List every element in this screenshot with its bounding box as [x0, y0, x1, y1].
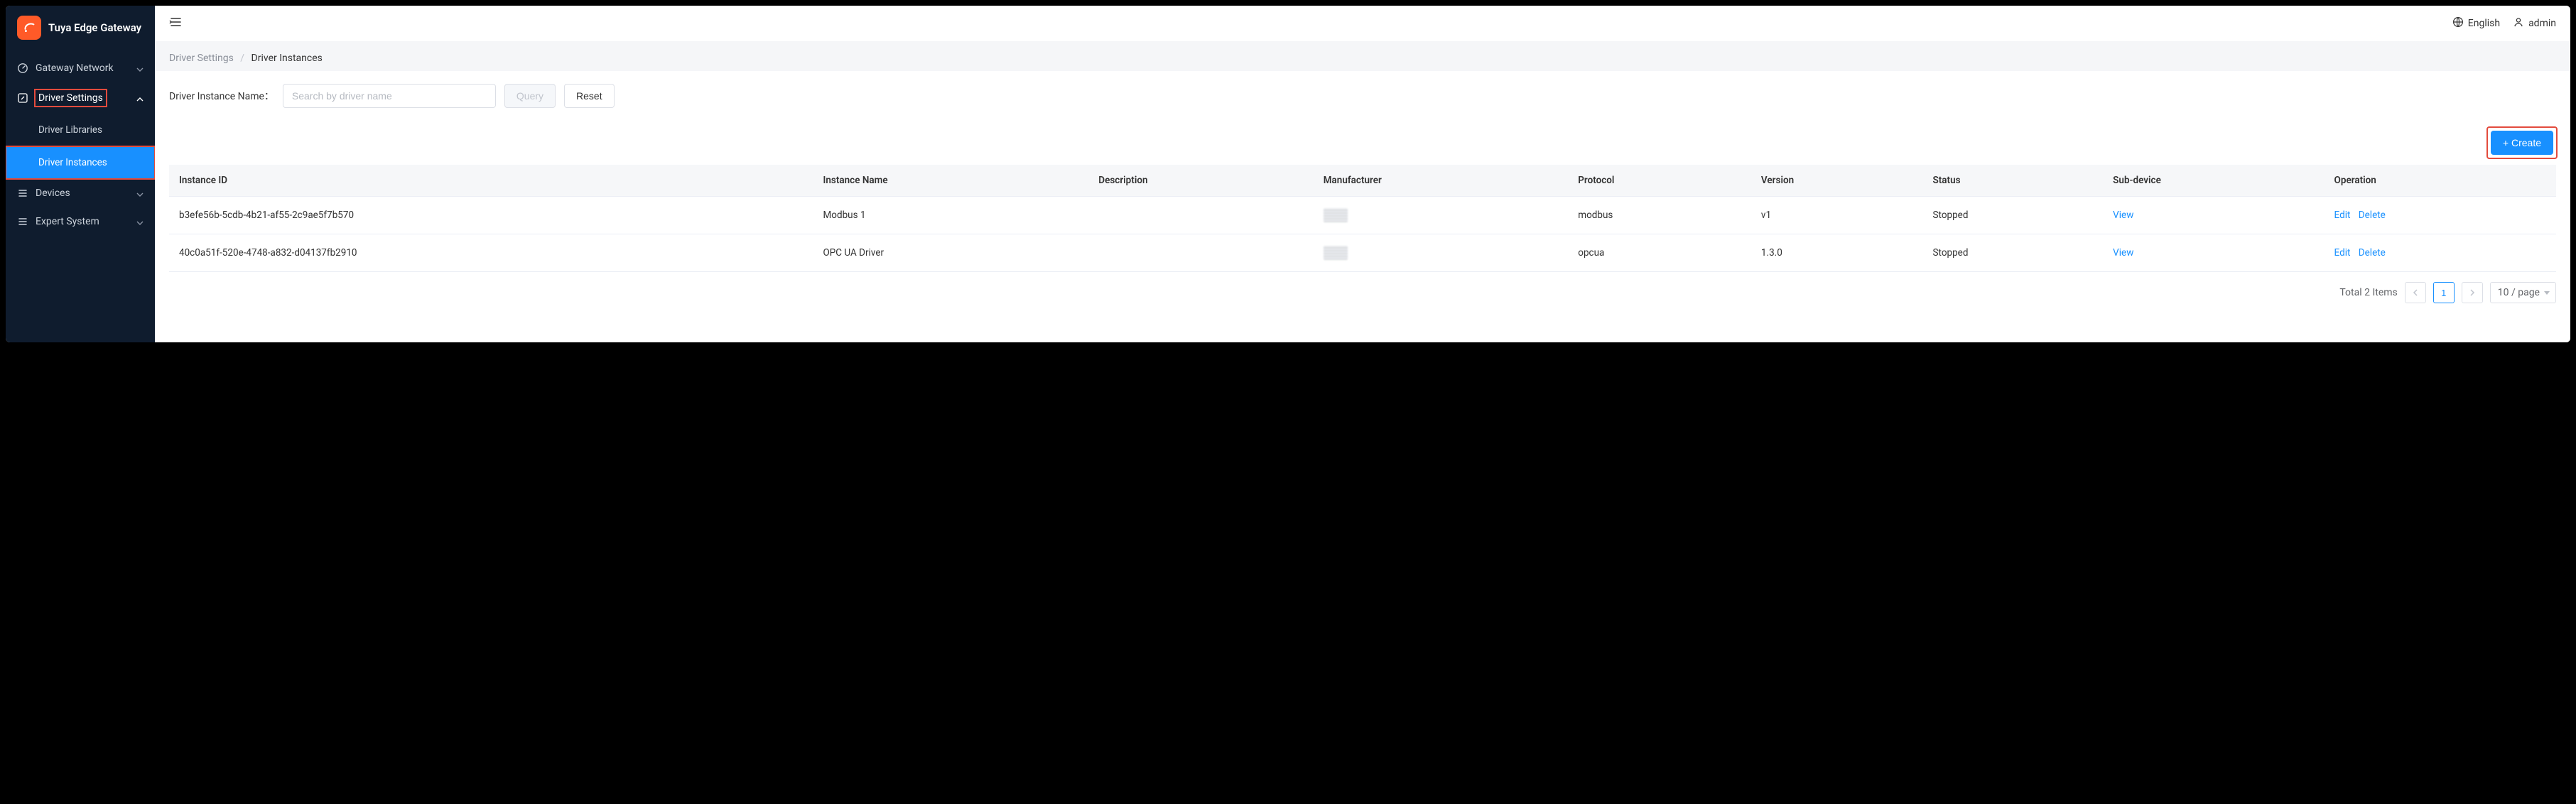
redacted-icon — [1324, 246, 1348, 260]
cell-description — [1088, 197, 1313, 234]
view-link[interactable]: View — [2113, 210, 2133, 221]
edit-link[interactable]: Edit — [2334, 247, 2351, 259]
globe-icon — [2452, 16, 2464, 31]
list-icon — [17, 216, 28, 227]
sidebar-item-label: Devices — [36, 188, 129, 199]
chevron-down-icon — [136, 190, 144, 197]
brand: Tuya Edge Gateway — [6, 6, 155, 50]
col-instance-id: Instance ID — [169, 165, 813, 197]
table-row: 40c0a51f-520e-4748-a832-d04137fb2910 OPC… — [169, 234, 2556, 272]
next-page-button[interactable] — [2462, 282, 2483, 303]
pagination-total: Total 2 Items — [2339, 287, 2397, 298]
content-panel: Driver Instance Name： Query Reset + Crea… — [155, 71, 2570, 342]
sidebar-item-label: Gateway Network — [36, 63, 129, 74]
page-size-select[interactable]: 10 / page — [2490, 282, 2556, 303]
filter-row: Driver Instance Name： Query Reset — [169, 84, 2556, 108]
sidebar-item-driver-instances[interactable]: Driver Instances — [6, 146, 155, 179]
breadcrumb-sep: / — [240, 53, 244, 64]
query-button[interactable]: Query — [504, 84, 556, 108]
chevron-down-icon — [136, 218, 144, 225]
app-shell: Tuya Edge Gateway Gateway Network — [6, 6, 2570, 342]
delete-link[interactable]: Delete — [2359, 247, 2386, 259]
dashboard-icon — [17, 63, 28, 74]
chevron-up-icon — [136, 94, 144, 102]
driver-instance-name-input[interactable] — [283, 84, 496, 108]
cell-description — [1088, 234, 1313, 272]
cell-version: v1 — [1751, 197, 1923, 234]
cell-instance-id: b3efe56b-5cdb-4b21-af55-2c9ae5f7b570 — [169, 197, 813, 234]
col-status: Status — [1923, 165, 2104, 197]
cell-version: 1.3.0 — [1751, 234, 1923, 272]
page-size-label: 10 / page — [2498, 287, 2540, 298]
brand-title: Tuya Edge Gateway — [48, 21, 141, 34]
cell-instance-name: OPC UA Driver — [813, 234, 1088, 272]
sidebar-item-gateway-network[interactable]: Gateway Network — [6, 54, 155, 82]
col-version: Version — [1751, 165, 1923, 197]
breadcrumb: Driver Settings / Driver Instances — [155, 41, 2570, 71]
sidebar: Tuya Edge Gateway Gateway Network — [6, 6, 155, 342]
edit-icon — [17, 92, 28, 104]
col-operation: Operation — [2325, 165, 2556, 197]
language-switch[interactable]: English — [2452, 16, 2500, 31]
collapse-sidebar-button[interactable] — [169, 16, 182, 31]
create-button[interactable]: + Create — [2491, 131, 2553, 155]
cell-manufacturer — [1314, 197, 1569, 234]
breadcrumb-parent[interactable]: Driver Settings — [169, 53, 234, 64]
cell-protocol: opcua — [1568, 234, 1751, 272]
cell-protocol: modbus — [1568, 197, 1751, 234]
chevron-down-icon — [136, 65, 144, 72]
cell-status: Stopped — [1923, 197, 2104, 234]
pagination: Total 2 Items 1 10 / page — [169, 282, 2556, 303]
cell-sub-device: View — [2103, 234, 2324, 272]
sidebar-item-label: Driver Libraries — [38, 124, 102, 136]
edit-link[interactable]: Edit — [2334, 210, 2351, 221]
view-link[interactable]: View — [2113, 247, 2133, 259]
col-protocol: Protocol — [1568, 165, 1751, 197]
sidebar-item-label: Driver Settings — [36, 91, 129, 105]
delete-link[interactable]: Delete — [2359, 210, 2386, 221]
cell-sub-device: View — [2103, 197, 2324, 234]
sidebar-item-driver-settings[interactable]: Driver Settings — [6, 82, 155, 114]
col-instance-name: Instance Name — [813, 165, 1088, 197]
language-label: English — [2468, 18, 2500, 29]
cell-manufacturer — [1314, 234, 1569, 272]
filter-label: Driver Instance Name： — [169, 89, 274, 103]
page-1-button[interactable]: 1 — [2433, 282, 2455, 303]
create-highlight: + Create — [2488, 128, 2556, 158]
list-icon — [17, 188, 28, 199]
col-description: Description — [1088, 165, 1313, 197]
main: English admin Driver Settings / Driver I… — [155, 6, 2570, 342]
table-header-row: Instance ID Instance Name Description Ma… — [169, 165, 2556, 197]
col-manufacturer: Manufacturer — [1314, 165, 1569, 197]
prev-page-button[interactable] — [2405, 282, 2426, 303]
instances-table: Instance ID Instance Name Description Ma… — [169, 165, 2556, 272]
sidebar-item-devices[interactable]: Devices — [6, 179, 155, 207]
cell-operation: Edit Delete — [2325, 234, 2556, 272]
cell-operation: Edit Delete — [2325, 197, 2556, 234]
sidebar-item-label: Expert System — [36, 216, 129, 227]
brand-logo-icon — [17, 16, 41, 40]
create-row: + Create — [169, 128, 2556, 158]
redacted-icon — [1324, 208, 1348, 222]
user-menu[interactable]: admin — [2513, 16, 2556, 31]
cell-status: Stopped — [1923, 234, 2104, 272]
col-sub-device: Sub-device — [2103, 165, 2324, 197]
cell-instance-name: Modbus 1 — [813, 197, 1088, 234]
topbar: English admin — [155, 6, 2570, 41]
user-icon — [2513, 16, 2524, 31]
sidebar-item-driver-libraries[interactable]: Driver Libraries — [6, 114, 155, 146]
breadcrumb-current: Driver Instances — [251, 53, 323, 64]
sidebar-item-label: Driver Instances — [38, 157, 107, 168]
sidebar-item-expert-system[interactable]: Expert System — [6, 207, 155, 236]
nav: Gateway Network Driver Settings — [6, 50, 155, 236]
cell-instance-id: 40c0a51f-520e-4748-a832-d04137fb2910 — [169, 234, 813, 272]
table-row: b3efe56b-5cdb-4b21-af55-2c9ae5f7b570 Mod… — [169, 197, 2556, 234]
user-label: admin — [2528, 18, 2556, 29]
reset-button[interactable]: Reset — [564, 84, 615, 108]
